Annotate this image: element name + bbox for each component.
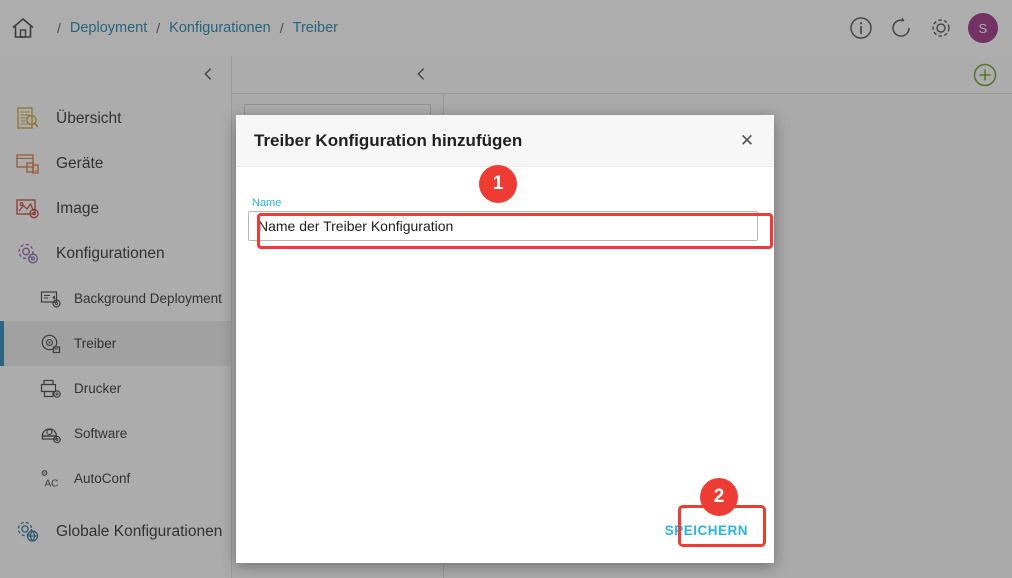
- dialog-footer: SPEICHERN 2: [236, 478, 774, 563]
- dialog-title: Treiber Konfiguration hinzufügen: [254, 130, 523, 150]
- name-input[interactable]: [248, 211, 758, 241]
- dialog-body: Name 1: [236, 165, 774, 497]
- save-button[interactable]: SPEICHERN: [653, 514, 760, 547]
- close-icon[interactable]: ✕: [734, 128, 760, 154]
- app-root: / Deployment / Konfigurationen / Treiber: [0, 0, 1012, 578]
- add-driver-config-dialog: Treiber Konfiguration hinzufügen ✕ Name …: [236, 115, 774, 563]
- name-field-group: Name 1: [248, 165, 773, 249]
- dialog-header: Treiber Konfiguration hinzufügen ✕: [236, 115, 774, 167]
- annotation-badge-2: 2: [700, 478, 738, 516]
- annotation-badge-1: 1: [479, 165, 517, 203]
